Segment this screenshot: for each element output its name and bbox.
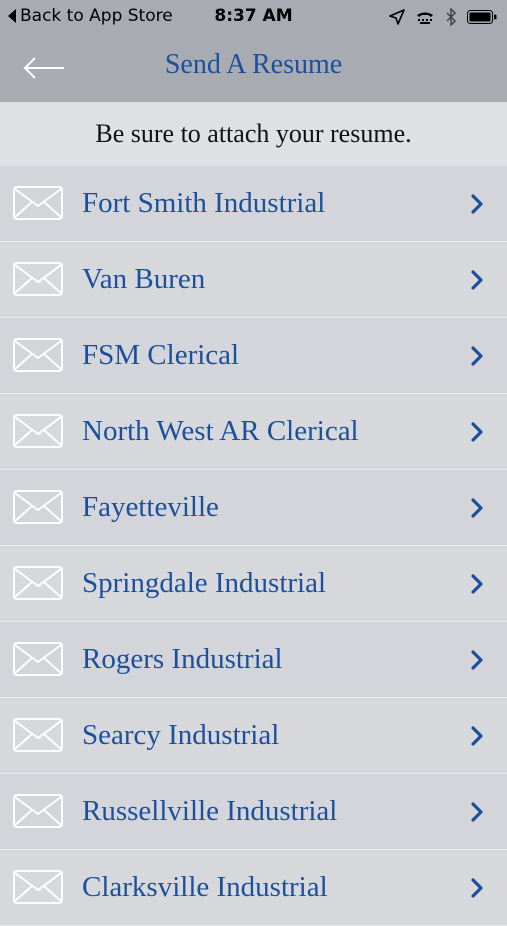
list-item-label: Clarksville Industrial (82, 871, 328, 903)
chevron-right-icon (471, 270, 483, 290)
envelope-icon (13, 262, 63, 296)
list-item-label: Van Buren (82, 263, 206, 295)
envelope-icon (13, 870, 63, 904)
envelope-icon (13, 642, 63, 676)
list-item-label: Fayetteville (82, 491, 219, 523)
list-item[interactable]: Fayetteville (0, 470, 507, 546)
bluetooth-icon (446, 8, 457, 26)
status-icons (389, 8, 497, 26)
chevron-right-icon (471, 650, 483, 670)
page-title: Send A Resume (164, 49, 343, 80)
chevron-right-icon (471, 422, 483, 442)
envelope-icon (13, 338, 63, 372)
list-item[interactable]: FSM Clerical (0, 318, 507, 394)
list-item[interactable]: Clarksville Industrial (0, 850, 507, 926)
tty-icon (417, 12, 433, 24)
envelope-icon (13, 718, 63, 752)
list-item-label: FSM Clerical (82, 339, 240, 371)
list-item[interactable]: Fort Smith Industrial (0, 166, 507, 242)
list-item[interactable]: Rogers Industrial (0, 622, 507, 698)
navigation-bar: Send A Resume (0, 34, 507, 102)
envelope-icon (13, 414, 63, 448)
chevron-right-icon (471, 574, 483, 594)
location-list: Fort Smith Industrial Van Buren FSM Cleric… (0, 166, 507, 926)
back-to-app-store-link[interactable]: Back to App Store (8, 6, 173, 26)
list-item[interactable]: Springdale Industrial (0, 546, 507, 622)
chevron-right-icon (471, 726, 483, 746)
envelope-icon (13, 794, 63, 828)
list-item-label: Searcy Industrial (82, 719, 280, 751)
list-item-label: Springdale Industrial (82, 567, 327, 599)
list-item[interactable]: North West AR Clerical (0, 394, 507, 470)
envelope-icon (13, 186, 63, 220)
list-item[interactable]: Russellville Industrial (0, 774, 507, 850)
envelope-icon (13, 566, 63, 600)
list-item[interactable]: Van Buren (0, 242, 507, 318)
list-item-label: Fort Smith Industrial (82, 187, 326, 219)
battery-icon (467, 10, 497, 24)
chevron-right-icon (471, 802, 483, 822)
status-bar: Back to App Store 8:37 AM (0, 0, 507, 34)
back-triangle-icon (8, 9, 16, 23)
list-item-label: North West AR Clerical (82, 415, 359, 447)
instruction-text: Be sure to attach your resume. (0, 102, 507, 166)
chevron-right-icon (471, 878, 483, 898)
chevron-right-icon (471, 498, 483, 518)
list-item-label: Russellville Industrial (82, 795, 338, 827)
list-item-label: Rogers Industrial (82, 643, 283, 675)
location-arrow-icon (389, 9, 405, 25)
envelope-icon (13, 490, 63, 524)
back-to-app-store-label: Back to App Store (20, 6, 173, 26)
chevron-right-icon (471, 346, 483, 366)
chevron-right-icon (471, 194, 483, 214)
list-item[interactable]: Searcy Industrial (0, 698, 507, 774)
